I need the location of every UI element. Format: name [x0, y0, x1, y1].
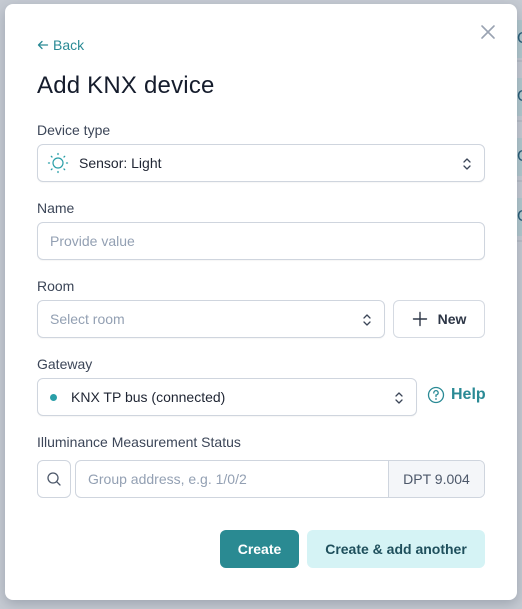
group-address-placeholder: Group address, e.g. 1/0/2 — [88, 471, 247, 487]
chevron-updown-icon — [363, 314, 371, 326]
chevron-updown-icon — [463, 158, 471, 170]
name-label: Name — [37, 200, 75, 216]
chevron-updown-icon — [395, 392, 403, 404]
back-label: Back — [53, 37, 85, 53]
sun-icon — [47, 152, 69, 174]
dpt-badge: DPT 9.004 — [388, 461, 484, 497]
new-room-button[interactable]: New — [393, 300, 485, 338]
room-placeholder: Select room — [50, 311, 125, 327]
background-text: C — [517, 148, 522, 166]
room-label: Room — [37, 278, 75, 294]
help-label: Help — [451, 386, 486, 403]
device-type-select[interactable]: Sensor: Light — [37, 144, 485, 182]
background-text: C — [517, 88, 522, 106]
gateway-select[interactable]: KNX TP bus (connected) — [37, 378, 417, 416]
create-and-add-another-button[interactable]: Create & add another — [307, 530, 485, 568]
page-title: Add KNX device — [37, 72, 215, 99]
name-input[interactable]: Provide value — [37, 222, 485, 260]
search-icon — [47, 472, 61, 486]
background-text: C — [517, 30, 522, 48]
background-text: C — [517, 208, 522, 226]
help-link[interactable]: Help — [427, 386, 486, 404]
group-address-field: Group address, e.g. 1/0/2 DPT 9.004 — [75, 460, 485, 498]
back-link[interactable]: Back — [37, 37, 84, 53]
illuminance-label: Illuminance Measurement Status — [37, 434, 241, 450]
close-button[interactable] — [476, 20, 500, 44]
arrow-left-icon — [37, 40, 49, 50]
room-select[interactable]: Select room — [37, 300, 385, 338]
search-group-address-button[interactable] — [37, 460, 71, 498]
device-type-label: Device type — [37, 122, 111, 138]
close-icon — [481, 25, 495, 39]
name-placeholder: Provide value — [50, 233, 135, 249]
create-button[interactable]: Create — [220, 530, 299, 568]
plus-icon — [412, 311, 427, 327]
group-address-input[interactable]: Group address, e.g. 1/0/2 — [76, 461, 388, 497]
question-circle-icon — [427, 386, 445, 404]
new-room-label: New — [437, 311, 467, 327]
gateway-label: Gateway — [37, 356, 93, 372]
gateway-value: KNX TP bus (connected) — [71, 389, 226, 405]
status-dot-icon — [50, 393, 57, 401]
device-type-value: Sensor: Light — [79, 155, 162, 171]
